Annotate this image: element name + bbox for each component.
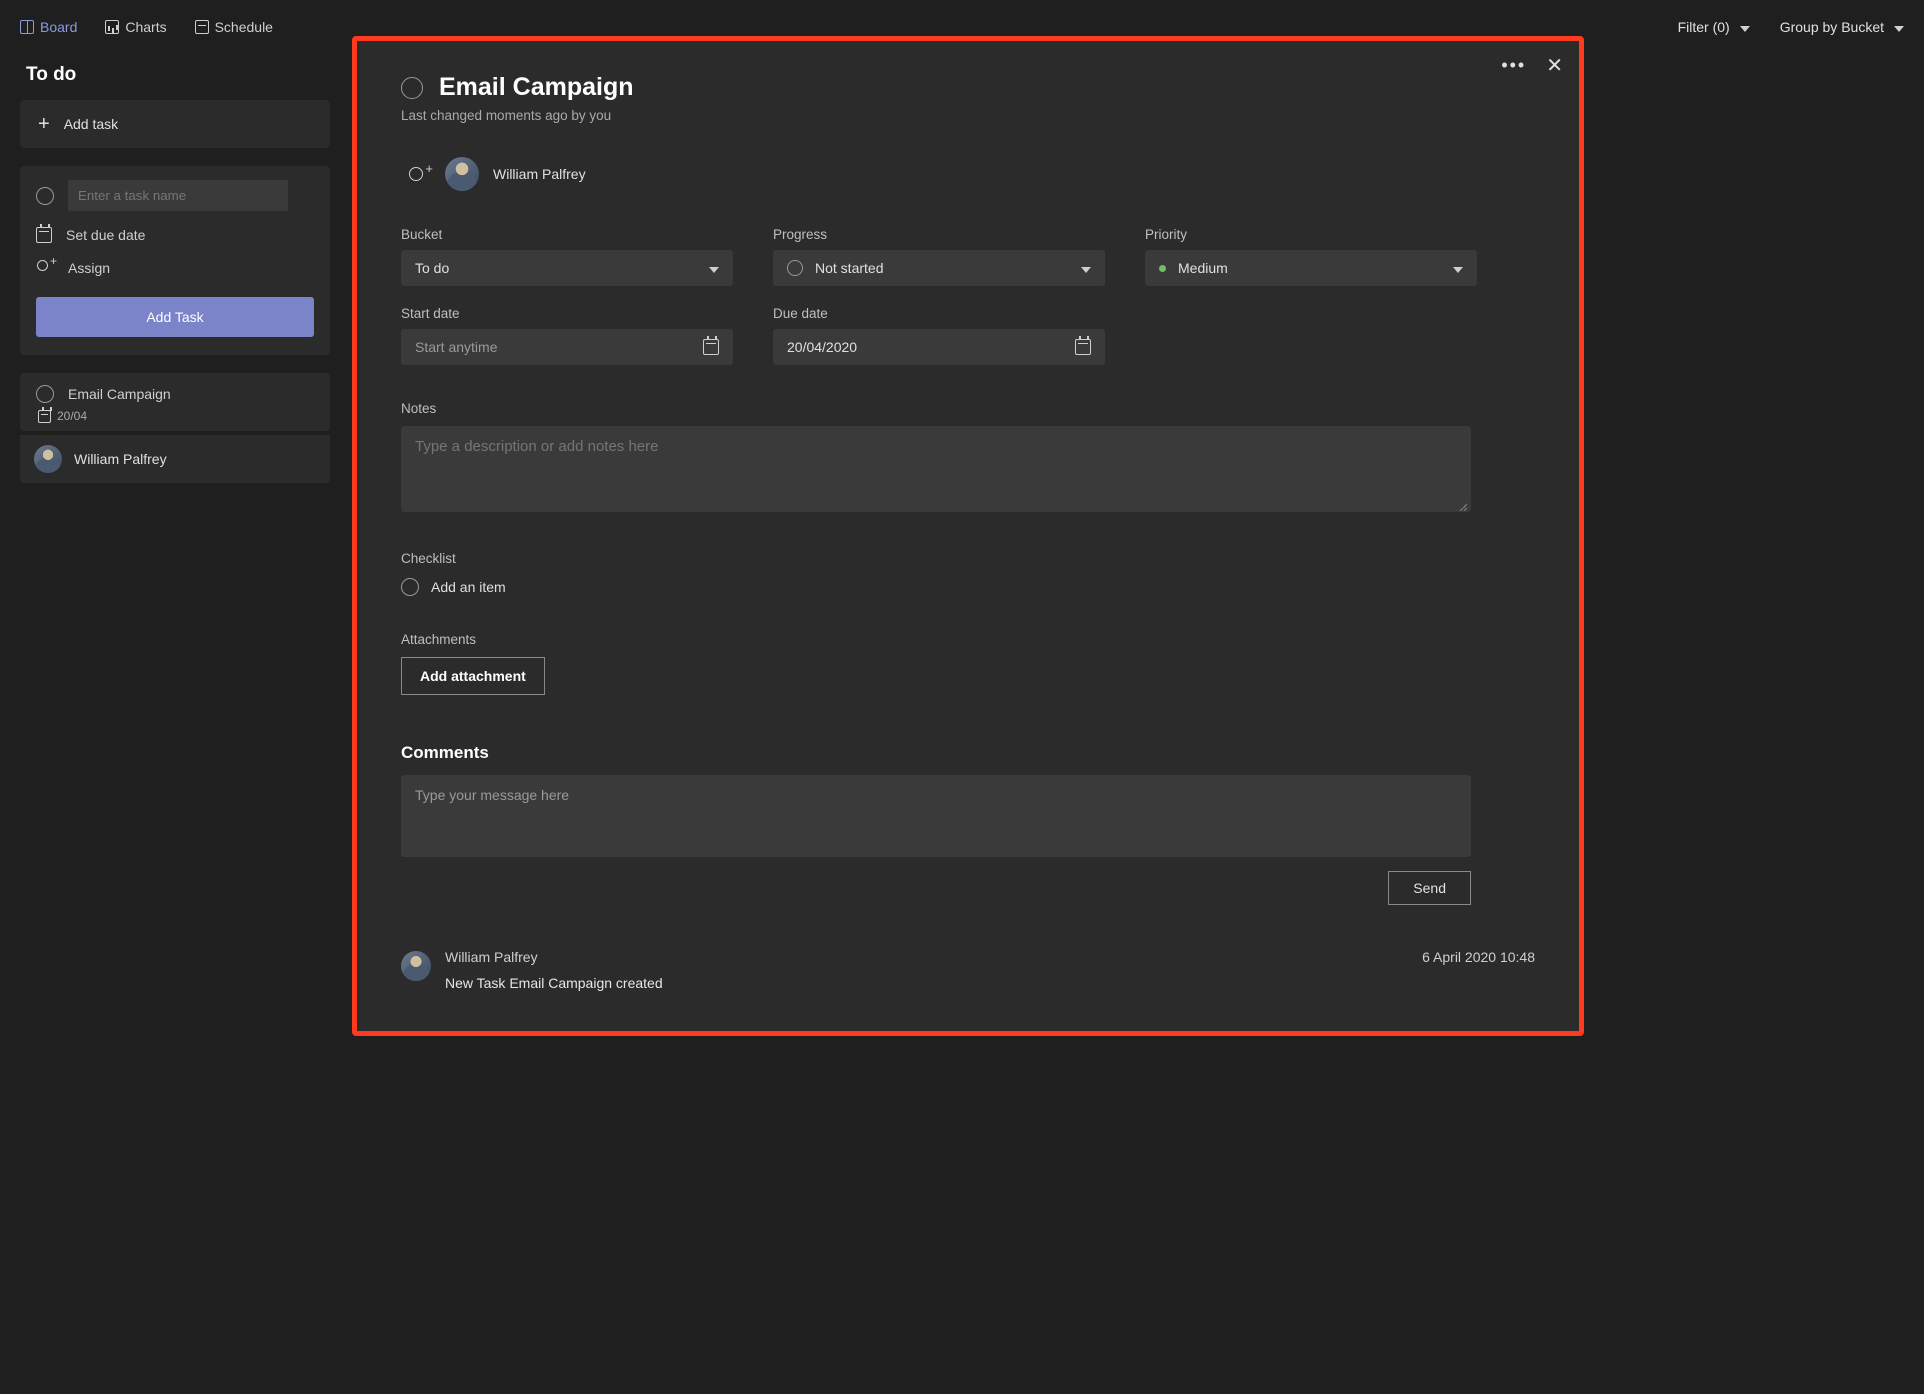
avatar <box>34 445 62 473</box>
calendar-icon <box>1075 339 1091 355</box>
tab-schedule[interactable]: Schedule <box>195 19 273 35</box>
chevron-down-icon <box>1892 19 1904 35</box>
new-task-card: Set due date Assign Add Task <box>20 166 330 355</box>
task-name-input[interactable] <box>68 180 288 211</box>
schedule-icon <box>195 20 209 34</box>
assignee-name: William Palfrey <box>493 166 586 182</box>
comments-label: Comments <box>401 743 1535 763</box>
complete-circle-icon[interactable] <box>36 385 54 403</box>
set-due-date-row[interactable]: Set due date <box>36 227 314 243</box>
activity-time: 6 April 2020 10:48 <box>1422 949 1535 965</box>
bucket-title: To do <box>20 64 330 86</box>
start-date-input[interactable]: Start anytime <box>401 329 733 365</box>
activity-author: William Palfrey <box>445 949 538 965</box>
start-date-placeholder: Start anytime <box>415 339 497 355</box>
tab-schedule-label: Schedule <box>215 19 273 35</box>
complete-circle-icon[interactable] <box>401 77 423 99</box>
chevron-down-icon <box>1079 260 1091 276</box>
add-task-tile[interactable]: + Add task <box>20 100 330 148</box>
comment-input[interactable]: Type your message here <box>401 775 1471 857</box>
assign-row[interactable]: Assign <box>36 259 314 277</box>
avatar <box>445 157 479 191</box>
bucket-label: Bucket <box>401 227 733 242</box>
checklist-circle-icon <box>401 578 419 596</box>
start-date-label: Start date <box>401 306 733 321</box>
assign-icon <box>409 163 431 185</box>
progress-value: Not started <box>815 260 883 276</box>
bucket-todo: To do + Add task Set due date Assign Add… <box>20 64 330 483</box>
calendar-icon <box>36 227 52 243</box>
complete-circle-icon[interactable] <box>36 187 54 205</box>
attachments-label: Attachments <box>401 632 1535 647</box>
close-button[interactable]: ✕ <box>1546 56 1563 76</box>
filter-button[interactable]: Filter (0) <box>1678 19 1750 35</box>
send-button[interactable]: Send <box>1388 871 1471 905</box>
progress-status-icon <box>787 260 803 276</box>
task-card-date: 20/04 <box>38 409 314 423</box>
group-label: Group by Bucket <box>1780 19 1884 35</box>
activity-entry: William Palfrey 6 April 2020 10:48 New T… <box>401 949 1535 991</box>
chevron-down-icon <box>1451 260 1463 276</box>
priority-dot-icon <box>1159 265 1166 272</box>
filter-label: Filter (0) <box>1678 19 1730 35</box>
bucket-value: To do <box>415 260 449 276</box>
assign-icon <box>36 259 54 277</box>
charts-icon <box>105 20 119 34</box>
assign-label: Assign <box>68 260 110 276</box>
calendar-icon <box>38 410 51 423</box>
due-date-value: 20/04/2020 <box>787 339 857 355</box>
avatar <box>401 951 431 981</box>
checklist-add-item[interactable]: Add an item <box>401 578 1535 596</box>
checklist-add-label: Add an item <box>431 579 506 595</box>
notes-label: Notes <box>401 401 1535 416</box>
plus-icon: + <box>38 114 50 134</box>
add-task-label: Add task <box>64 116 118 132</box>
task-detail-modal: ••• ✕ Email Campaign Last changed moment… <box>352 36 1584 1036</box>
group-by-button[interactable]: Group by Bucket <box>1780 19 1904 35</box>
chevron-down-icon <box>707 260 719 276</box>
due-date-input[interactable]: 20/04/2020 <box>773 329 1105 365</box>
task-subtitle: Last changed moments ago by you <box>401 108 1535 123</box>
tab-charts[interactable]: Charts <box>105 19 166 35</box>
task-card-assignee[interactable]: William Palfrey <box>20 435 330 483</box>
add-attachment-button[interactable]: Add attachment <box>401 657 545 695</box>
notes-textarea[interactable] <box>401 426 1471 512</box>
priority-label: Priority <box>1145 227 1477 242</box>
checklist-label: Checklist <box>401 551 1535 566</box>
calendar-icon <box>703 339 719 355</box>
priority-value: Medium <box>1178 260 1228 276</box>
assignee-name: William Palfrey <box>74 451 167 467</box>
progress-label: Progress <box>773 227 1105 242</box>
due-date-label: Due date <box>773 306 1105 321</box>
add-task-button[interactable]: Add Task <box>36 297 314 337</box>
tab-board[interactable]: Board <box>20 19 77 35</box>
bucket-dropdown[interactable]: To do <box>401 250 733 286</box>
chevron-down-icon <box>1738 19 1750 35</box>
task-title[interactable]: Email Campaign <box>439 73 634 102</box>
board-icon <box>20 20 34 34</box>
task-card[interactable]: Email Campaign 20/04 <box>20 373 330 431</box>
set-due-date-label: Set due date <box>66 227 145 243</box>
tab-charts-label: Charts <box>125 19 166 35</box>
tab-board-label: Board <box>40 19 77 35</box>
progress-dropdown[interactable]: Not started <box>773 250 1105 286</box>
more-options-button[interactable]: ••• <box>1501 55 1526 76</box>
assignee-picker[interactable]: William Palfrey <box>409 157 1535 191</box>
resize-handle-icon[interactable] <box>1457 501 1467 511</box>
priority-dropdown[interactable]: Medium <box>1145 250 1477 286</box>
activity-message: New Task Email Campaign created <box>445 975 1535 991</box>
task-card-title: Email Campaign <box>68 386 171 402</box>
